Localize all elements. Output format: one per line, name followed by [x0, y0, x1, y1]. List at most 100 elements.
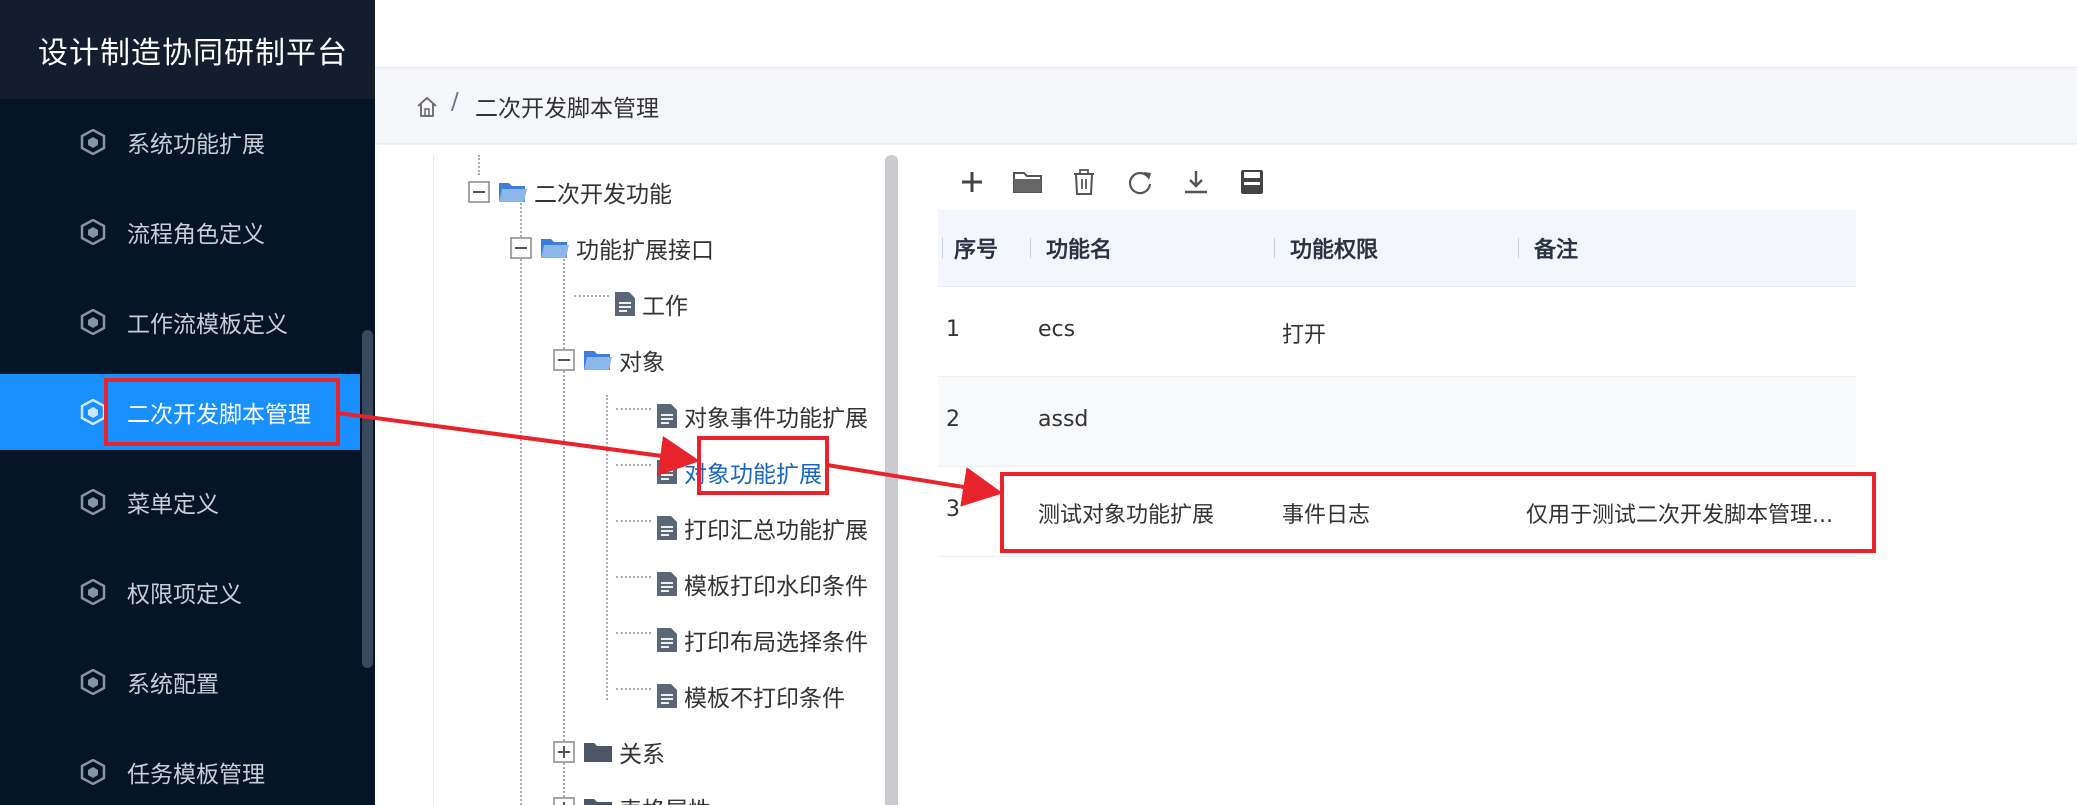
cell-permission: 打开	[1282, 323, 1327, 348]
tree-node-watermark-condition[interactable]: 模板打印水印条件	[656, 564, 868, 604]
breadcrumb: / 二次开发脚本管理	[375, 69, 2077, 144]
cell-name: ecs	[1038, 317, 1076, 342]
column-separator	[1274, 238, 1275, 258]
tree-node-no-print-condition[interactable]: 模板不打印条件	[656, 676, 845, 716]
tree-connector	[574, 295, 609, 297]
folder-open-icon	[541, 239, 569, 258]
collapse-icon[interactable]	[468, 181, 490, 203]
table-header: 序号 功能名 功能权限 备注	[938, 210, 1856, 287]
sidebar-item-permission[interactable]: 权限项定义	[0, 554, 360, 630]
cube-icon	[80, 579, 106, 605]
tree-node-label: 表格属性	[619, 791, 711, 805]
tree-node-label: 模板打印水印条件	[684, 574, 868, 600]
expand-icon[interactable]	[553, 741, 575, 763]
tree-node-object-event-extension[interactable]: 对象事件功能扩展	[656, 396, 868, 436]
cube-icon	[80, 399, 106, 425]
sidebar-item-label: 工作流模板定义	[127, 312, 288, 338]
sidebar-item-script-management[interactable]: 二次开发脚本管理	[0, 374, 360, 450]
tree-connector	[616, 520, 651, 522]
tree-connector	[616, 688, 651, 690]
tree-node-object-function-extension[interactable]: 对象功能扩展	[656, 452, 822, 492]
column-separator	[1518, 238, 1519, 258]
tree-node-label: 功能扩展接口	[576, 238, 714, 264]
app-title: 设计制造协同研制平台	[0, 0, 375, 99]
tree-node-extension-interface[interactable]: 功能扩展接口	[510, 228, 714, 268]
tree-scrollbar[interactable]	[885, 155, 898, 805]
folder-icon	[1013, 172, 1042, 193]
tree-node-table-attributes[interactable]: 表格属性	[553, 788, 711, 805]
sidebar-item-label: 系统配置	[127, 672, 219, 698]
cell-index: 1	[946, 317, 960, 342]
function-tree: 二次开发功能 功能扩展接口 工作 对象 对象事件功能扩展 对象功能扩展 打印汇总…	[433, 155, 893, 805]
table-toolbar	[955, 165, 1269, 205]
main-content: 二次开发功能 功能扩展接口 工作 对象 对象事件功能扩展 对象功能扩展 打印汇总…	[375, 145, 2077, 805]
folder-icon	[584, 743, 612, 762]
column-header-name[interactable]: 功能名	[1046, 232, 1112, 264]
cell-remark: 仅用于测试二次开发脚本管理...	[1526, 503, 1833, 528]
top-bar	[375, 0, 2077, 68]
cell-name: assd	[1038, 407, 1089, 432]
column-header-permission[interactable]: 功能权限	[1290, 232, 1378, 264]
tree-node-object[interactable]: 对象	[553, 340, 665, 380]
download-button[interactable]	[1179, 165, 1213, 199]
cube-icon	[80, 309, 106, 335]
expand-icon[interactable]	[553, 797, 575, 805]
sidebar-item-label: 权限项定义	[127, 582, 242, 608]
tree-node-relation[interactable]: 关系	[553, 732, 665, 772]
document-icon	[657, 460, 677, 484]
tree-connector	[616, 576, 651, 578]
cell-permission: 事件日志	[1282, 503, 1371, 528]
table-row[interactable]: 3 测试对象功能扩展 事件日志 仅用于测试二次开发脚本管理...	[938, 467, 1856, 557]
delete-button[interactable]	[1067, 165, 1101, 199]
save-button[interactable]	[1235, 165, 1269, 199]
tree-node-print-summary-extension[interactable]: 打印汇总功能扩展	[656, 508, 868, 548]
sidebar: 设计制造协同研制平台 系统功能扩展 流程角色定义 工作流模板定义 二次开发脚本管…	[0, 0, 375, 805]
sidebar-item-menu-definition[interactable]: 菜单定义	[0, 464, 360, 540]
app-root: 设计制造协同研制平台 系统功能扩展 流程角色定义 工作流模板定义 二次开发脚本管…	[0, 0, 2077, 805]
tree-connector	[616, 464, 651, 466]
tree-node-label: 打印汇总功能扩展	[684, 518, 868, 544]
sidebar-item-system-extension[interactable]: 系统功能扩展	[0, 104, 360, 180]
tree-node-work[interactable]: 工作	[614, 284, 688, 324]
tree-connector	[606, 395, 608, 700]
tree-node-label: 模板不打印条件	[684, 686, 845, 712]
sidebar-item-label: 系统功能扩展	[127, 132, 265, 158]
cell-index: 2	[946, 407, 960, 432]
sidebar-item-system-config[interactable]: 系统配置	[0, 644, 360, 720]
sidebar-scrollbar[interactable]	[362, 330, 373, 668]
cube-icon	[80, 669, 106, 695]
tree-node-layout-condition[interactable]: 打印布局选择条件	[656, 620, 868, 660]
tree-node-dev-functions[interactable]: 二次开发功能	[468, 172, 672, 212]
document-icon	[657, 628, 677, 652]
breadcrumb-current: 二次开发脚本管理	[475, 96, 659, 122]
tree-connector	[616, 408, 651, 410]
tree-node-label: 关系	[619, 742, 665, 768]
collapse-icon[interactable]	[553, 349, 575, 371]
sidebar-item-workflow-template[interactable]: 工作流模板定义	[0, 284, 360, 360]
column-header-index[interactable]: 序号	[954, 232, 998, 264]
home-icon[interactable]	[415, 95, 439, 119]
column-separator	[1030, 238, 1031, 258]
cube-icon	[80, 129, 106, 155]
table-row[interactable]: 1 ecs 打开	[938, 287, 1856, 377]
tree-connector	[520, 200, 522, 805]
tree-node-label: 二次开发功能	[534, 182, 672, 208]
collapse-icon[interactable]	[510, 237, 532, 259]
save-icon	[1241, 170, 1263, 194]
add-button[interactable]	[955, 165, 989, 199]
open-folder-button[interactable]	[1011, 165, 1045, 199]
document-icon	[615, 292, 635, 316]
breadcrumb-separator: /	[451, 89, 459, 115]
download-icon	[1185, 171, 1207, 194]
cube-icon	[80, 489, 106, 515]
refresh-button[interactable]	[1123, 165, 1157, 199]
sidebar-item-task-template[interactable]: 任务模板管理	[0, 734, 360, 805]
column-header-remark[interactable]: 备注	[1534, 232, 1578, 264]
sidebar-item-process-role[interactable]: 流程角色定义	[0, 194, 360, 270]
document-icon	[657, 516, 677, 540]
tree-node-label: 对象	[619, 350, 665, 376]
folder-open-icon	[584, 351, 612, 370]
tree-connector	[563, 243, 565, 805]
table-row[interactable]: 2 assd	[938, 377, 1856, 467]
sidebar-item-label: 菜单定义	[127, 492, 219, 518]
